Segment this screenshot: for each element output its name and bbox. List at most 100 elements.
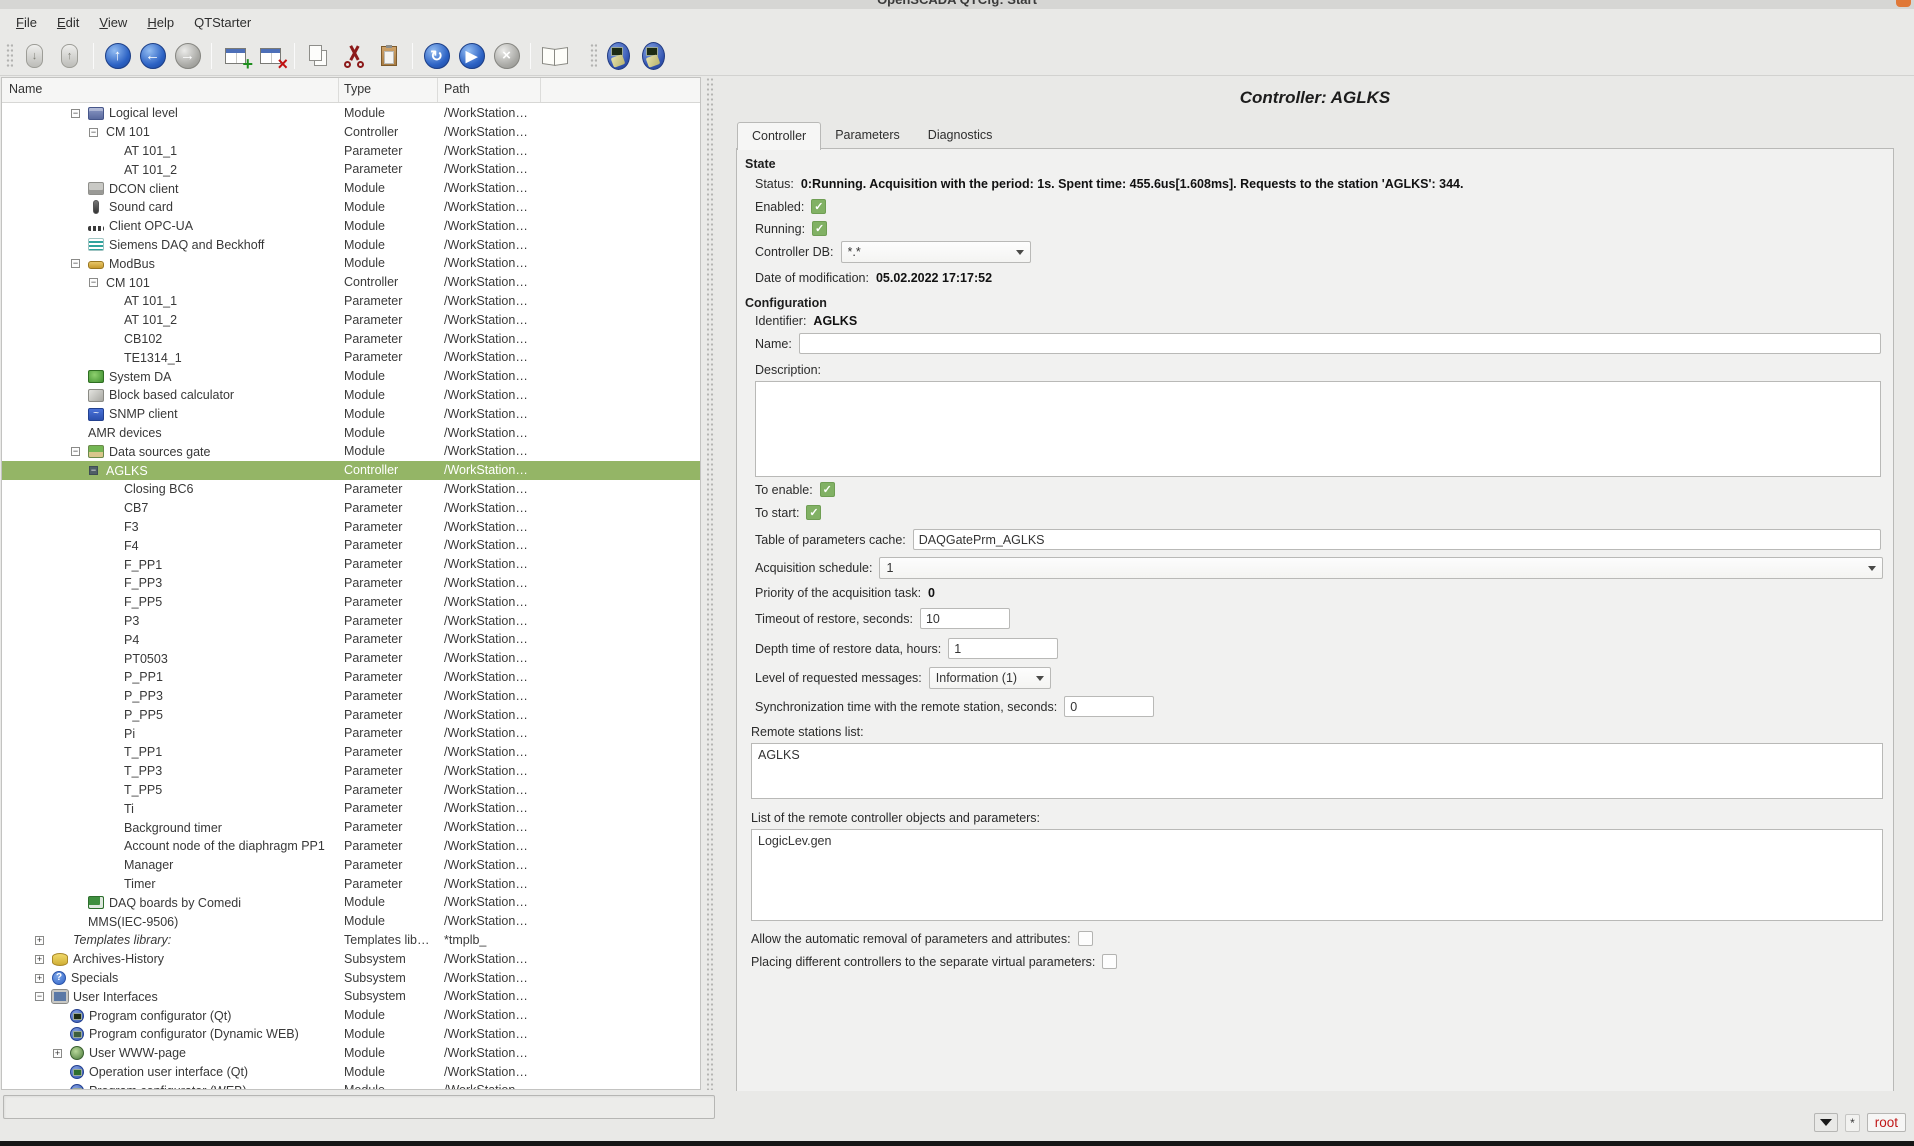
expand-icon[interactable]: + xyxy=(35,974,44,983)
status-dropdown-button[interactable] xyxy=(1814,1113,1838,1132)
menu-help[interactable]: Help xyxy=(137,11,184,34)
expand-icon[interactable]: + xyxy=(53,1049,62,1058)
tree-row[interactable]: −User InterfacesSubsystem/WorkStation… xyxy=(2,987,700,1006)
tree-row[interactable]: −F3Parameter/WorkStation… xyxy=(2,518,700,537)
tree-row[interactable]: −CM 101Controller/WorkStation… xyxy=(2,273,700,292)
parameters-cache-input[interactable] xyxy=(913,529,1881,550)
running-checkbox[interactable] xyxy=(812,221,827,236)
controller-db-select[interactable]: *.* xyxy=(841,241,1031,263)
column-header-path[interactable]: Path xyxy=(444,82,470,96)
enabled-checkbox[interactable] xyxy=(811,199,826,214)
tree-row[interactable]: −DAQ boards by ComediModule/WorkStation… xyxy=(2,893,700,912)
tree-row[interactable]: −Sound cardModule/WorkStation… xyxy=(2,198,700,217)
collapse-icon[interactable]: − xyxy=(71,259,80,268)
tree-row[interactable]: +?SpecialsSubsystem/WorkStation… xyxy=(2,969,700,988)
tree-row[interactable]: −AMR devicesModule/WorkStation… xyxy=(2,424,700,443)
manual-button[interactable] xyxy=(539,40,570,71)
column-divider[interactable] xyxy=(437,78,438,102)
timeout-restore-input[interactable] xyxy=(920,608,1010,629)
description-textarea[interactable] xyxy=(755,381,1881,477)
tree-row-selected[interactable]: −AGLKSController/WorkStation… xyxy=(2,461,700,480)
column-divider[interactable] xyxy=(338,78,339,102)
navigate-back-button[interactable]: ← xyxy=(137,40,168,71)
tree-row[interactable]: −Data sources gateModule/WorkStation… xyxy=(2,442,700,461)
name-input[interactable] xyxy=(799,333,1881,354)
remote-stations-textarea[interactable]: AGLKS xyxy=(751,743,1883,799)
tree-row[interactable]: −P3Parameter/WorkStation… xyxy=(2,612,700,631)
tree-row[interactable]: −TimerParameter/WorkStation… xyxy=(2,875,700,894)
tree-row[interactable]: −P4Parameter/WorkStation… xyxy=(2,630,700,649)
tree-row[interactable]: −T_PP1Parameter/WorkStation… xyxy=(2,743,700,762)
tree-row[interactable]: −DCON clientModule/WorkStation… xyxy=(2,179,700,198)
tree-row[interactable]: −Program configurator (Qt)Module/WorkSta… xyxy=(2,1006,700,1025)
tree-row[interactable]: −P_PP1Parameter/WorkStation… xyxy=(2,668,700,687)
menu-file[interactable]: File xyxy=(6,11,47,34)
tree-row[interactable]: +Archives-HistorySubsystem/WorkStation… xyxy=(2,950,700,969)
tree-row[interactable]: −AT 101_2Parameter/WorkStation… xyxy=(2,160,700,179)
collapse-icon[interactable]: − xyxy=(35,992,44,1001)
cut-item-button[interactable] xyxy=(338,40,369,71)
add-item-button[interactable]: + xyxy=(220,40,251,71)
tab-diagnostics[interactable]: Diagnostics xyxy=(914,122,1007,149)
tab-controller[interactable]: Controller xyxy=(737,122,821,150)
sync-time-input[interactable] xyxy=(1064,696,1154,717)
tree-row[interactable]: −AT 101_1Parameter/WorkStation… xyxy=(2,142,700,161)
tree-row[interactable]: −Closing BC6Parameter/WorkStation… xyxy=(2,480,700,499)
tree-row[interactable]: −CB102Parameter/WorkStation… xyxy=(2,330,700,349)
panel-splitter[interactable] xyxy=(706,77,715,1090)
tree-row[interactable]: −T_PP3Parameter/WorkStation… xyxy=(2,762,700,781)
tree-row[interactable]: −CM 101Controller/WorkStation… xyxy=(2,123,700,142)
collapse-icon[interactable]: − xyxy=(71,109,80,118)
stop-updating-button[interactable]: × xyxy=(491,40,522,71)
tree-row[interactable]: −PT0503Parameter/WorkStation… xyxy=(2,649,700,668)
tree-row[interactable]: −AT 101_1Parameter/WorkStation… xyxy=(2,292,700,311)
collapse-icon[interactable]: − xyxy=(71,447,80,456)
message-level-select[interactable]: Information (1) xyxy=(929,667,1051,689)
tree-row[interactable]: −TE1314_1Parameter/WorkStation… xyxy=(2,348,700,367)
tree-row[interactable]: −Account node of the diaphragm PP1Parame… xyxy=(2,837,700,856)
expand-icon[interactable]: + xyxy=(35,936,44,945)
placing-controllers-checkbox[interactable] xyxy=(1102,954,1117,969)
tab-parameters[interactable]: Parameters xyxy=(821,122,914,149)
tree-row[interactable]: −Logical levelModule/WorkStation… xyxy=(2,104,700,123)
launch-qtcfg-button[interactable] xyxy=(603,40,634,71)
refresh-items-button[interactable]: ↻ xyxy=(421,40,452,71)
tree-row[interactable]: −P_PP3Parameter/WorkStation… xyxy=(2,687,700,706)
tree-row[interactable]: −Program configurator (Dynamic WEB)Modul… xyxy=(2,1025,700,1044)
tree-row[interactable]: −Operation user interface (Qt)Module/Wor… xyxy=(2,1063,700,1082)
tree-row[interactable]: −F_PP1Parameter/WorkStation… xyxy=(2,555,700,574)
tree-row[interactable]: −F_PP3Parameter/WorkStation… xyxy=(2,574,700,593)
tree-row[interactable]: +User WWW-pageModule/WorkStation… xyxy=(2,1044,700,1063)
tree-row[interactable]: −MMS(IEC-9506)Module/WorkStation… xyxy=(2,912,700,931)
tree-row[interactable]: +Templates library:Templates lib…*tmplb_ xyxy=(2,931,700,950)
navigate-up-button[interactable]: ↑ xyxy=(102,40,133,71)
tree-row[interactable]: −AT 101_2Parameter/WorkStation… xyxy=(2,311,700,330)
remote-objects-textarea[interactable]: LogicLev.gen xyxy=(751,829,1883,921)
menu-edit[interactable]: Edit xyxy=(47,11,89,34)
tree-row[interactable]: −ManagerParameter/WorkStation… xyxy=(2,856,700,875)
paste-item-button[interactable] xyxy=(373,40,404,71)
menu-qtstarter[interactable]: QTStarter xyxy=(184,11,261,34)
depth-restore-input[interactable] xyxy=(948,638,1058,659)
tree-row[interactable]: −T_PP5Parameter/WorkStation… xyxy=(2,781,700,800)
menu-view[interactable]: View xyxy=(89,11,137,34)
column-divider[interactable] xyxy=(540,78,541,102)
column-header-type[interactable]: Type xyxy=(344,82,371,96)
collapse-icon[interactable]: − xyxy=(89,128,98,137)
tree-row[interactable]: −F4Parameter/WorkStation… xyxy=(2,536,700,555)
toolbar-handle[interactable] xyxy=(590,43,597,69)
tree-row[interactable]: −~SNMP clientModule/WorkStation… xyxy=(2,405,700,424)
tree-row[interactable]: −System DAModule/WorkStation… xyxy=(2,367,700,386)
current-user-badge[interactable]: root xyxy=(1867,1113,1906,1132)
tree-row[interactable]: −Background timerParameter/WorkStation… xyxy=(2,818,700,837)
launch-vision-button[interactable] xyxy=(638,40,669,71)
load-from-db-button[interactable]: ↓ xyxy=(19,40,50,71)
tree-row[interactable]: −ModBusModule/WorkStation… xyxy=(2,254,700,273)
tree-row[interactable]: −TiParameter/WorkStation… xyxy=(2,799,700,818)
tree-row[interactable]: −CB7Parameter/WorkStation… xyxy=(2,499,700,518)
delete-item-button[interactable]: × xyxy=(255,40,286,71)
expand-icon[interactable]: + xyxy=(35,955,44,964)
tree-row[interactable]: −Client OPC-UAModule/WorkStation… xyxy=(2,217,700,236)
column-header-name[interactable]: Name xyxy=(9,82,42,96)
to-enable-checkbox[interactable] xyxy=(820,482,835,497)
